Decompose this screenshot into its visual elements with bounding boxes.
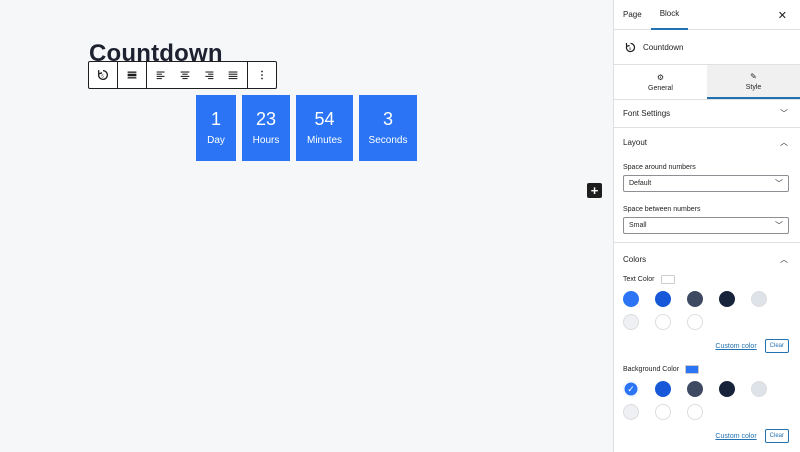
- countdown-number: 1: [210, 108, 221, 129]
- tab-style[interactable]: ✎ Style: [707, 65, 800, 99]
- background-color-swatch[interactable]: [751, 381, 767, 397]
- wide-align-icon[interactable]: [120, 62, 144, 88]
- layout-panel-toggle[interactable]: Layout ︿: [614, 128, 800, 156]
- panel-divider: [614, 242, 800, 243]
- countdown-number: 3: [382, 108, 393, 129]
- block-inserter-button[interactable]: +: [587, 183, 602, 198]
- chevron-up-icon: ︿: [780, 254, 788, 264]
- block-type-icon[interactable]: 5: [91, 62, 115, 88]
- align-right-icon[interactable]: [197, 62, 221, 88]
- background-color-swatch[interactable]: [687, 381, 703, 397]
- svg-text:5: 5: [101, 74, 104, 79]
- text-color-label: Text Color: [623, 276, 655, 283]
- close-icon[interactable]: ✕: [778, 9, 787, 22]
- inspector-tabs: ⚙ General ✎ Style: [614, 65, 800, 100]
- background-color-swatch[interactable]: [623, 404, 639, 420]
- background-color-swatch[interactable]: [687, 404, 703, 420]
- chevron-down-icon: ﹀: [780, 109, 788, 118]
- chevron-down-icon: ﹀: [775, 221, 783, 230]
- background-color-swatch[interactable]: ✓: [623, 381, 639, 397]
- block-card: 5 Countdown: [614, 30, 800, 65]
- text-clear-button[interactable]: Clear: [764, 339, 789, 353]
- align-left-icon[interactable]: [149, 62, 173, 88]
- text-color-swatch[interactable]: [687, 314, 703, 330]
- countdown-number: 54: [314, 108, 335, 129]
- background-color-swatch[interactable]: [719, 381, 735, 397]
- space-around-select[interactable]: Default ﹀: [623, 175, 789, 192]
- colors-title: Colors: [623, 254, 647, 264]
- font-settings-title: Font Settings: [623, 109, 671, 118]
- brush-icon: ✎: [750, 71, 757, 81]
- space-between-value: Small: [629, 222, 647, 229]
- tab-page[interactable]: Page: [614, 0, 651, 30]
- background-color-indicator: [685, 365, 700, 374]
- sidebar-tabs: Page Block ✕: [614, 0, 800, 30]
- text-color-swatch[interactable]: [623, 314, 639, 330]
- gear-icon: ⚙: [656, 72, 665, 82]
- colors-panel-toggle[interactable]: Colors ︿: [614, 245, 800, 273]
- text-custom-color-link[interactable]: Custom color: [715, 343, 756, 350]
- align-center-icon[interactable]: [173, 62, 197, 88]
- chevron-up-icon: ︿: [780, 137, 788, 147]
- svg-text:5: 5: [629, 45, 632, 50]
- space-around-value: Default: [629, 180, 652, 187]
- background-color-label: Background Color: [623, 366, 680, 373]
- text-color-swatch[interactable]: [719, 291, 735, 307]
- background-custom-color-link[interactable]: Custom color: [715, 433, 756, 440]
- background-color-swatch[interactable]: [655, 404, 671, 420]
- countdown-hours: 23 Hours: [242, 95, 290, 161]
- countdown-label: Minutes: [306, 135, 342, 147]
- settings-sidebar: Page Block ✕ 5 Countdown ⚙ General ✎ Sty…: [613, 0, 800, 452]
- space-between-label: Space between numbers: [623, 206, 701, 213]
- text-color-actions: Custom color Clear: [614, 339, 800, 353]
- countdown-label: Day: [207, 135, 225, 147]
- text-color-swatch[interactable]: [687, 291, 703, 307]
- colors-panel: Colors ︿ Text Color Custom color Clear B…: [614, 245, 800, 443]
- block-toolbar: 5: [88, 61, 277, 89]
- background-color-label-row: Background Color: [614, 365, 800, 374]
- background-clear-button[interactable]: Clear: [764, 429, 789, 443]
- countdown-label: Seconds: [368, 135, 408, 147]
- chevron-down-icon: ﹀: [775, 179, 783, 188]
- block-card-title: Countdown: [643, 42, 684, 52]
- justify-icon[interactable]: [221, 62, 245, 88]
- layout-title: Layout: [623, 137, 648, 147]
- text-color-indicator: [660, 275, 675, 284]
- layout-panel: Layout ︿ Space around numbers Default ﹀ …: [614, 128, 800, 243]
- font-settings-panel-toggle[interactable]: Font Settings ﹀: [614, 100, 800, 128]
- background-color-actions: Custom color Clear: [614, 429, 800, 443]
- text-color-swatch[interactable]: [751, 291, 767, 307]
- space-between-select[interactable]: Small ﹀: [623, 217, 789, 234]
- text-color-swatch[interactable]: [655, 291, 671, 307]
- countdown-number: 23: [255, 108, 277, 129]
- text-color-swatch[interactable]: [623, 291, 639, 307]
- background-color-swatch[interactable]: [655, 381, 671, 397]
- space-around-label: Space around numbers: [623, 164, 696, 171]
- text-color-palette: [614, 284, 800, 330]
- tab-general-label: General: [648, 84, 673, 92]
- tab-block[interactable]: Block: [650, 0, 689, 30]
- tab-general[interactable]: ⚙ General: [614, 65, 707, 99]
- text-color-label-row: Text Color: [614, 275, 800, 284]
- countdown-seconds: 3 Seconds: [359, 95, 417, 161]
- countdown-block[interactable]: 1 Day 23 Hours 54 Minutes 3 Seconds: [196, 95, 417, 161]
- countdown-label: Hours: [252, 135, 280, 147]
- text-color-swatch[interactable]: [655, 314, 671, 330]
- more-options-icon[interactable]: [250, 62, 274, 88]
- countdown-block-icon: 5: [625, 42, 636, 52]
- countdown-day: 1 Day: [196, 95, 236, 161]
- editor-canvas: Countdown 5 1 Day 23 Hours 54 Minutes 3 …: [0, 0, 613, 452]
- countdown-minutes: 54 Minutes: [296, 95, 353, 161]
- tab-style-label: Style: [745, 83, 762, 91]
- background-color-palette: ✓: [614, 374, 800, 420]
